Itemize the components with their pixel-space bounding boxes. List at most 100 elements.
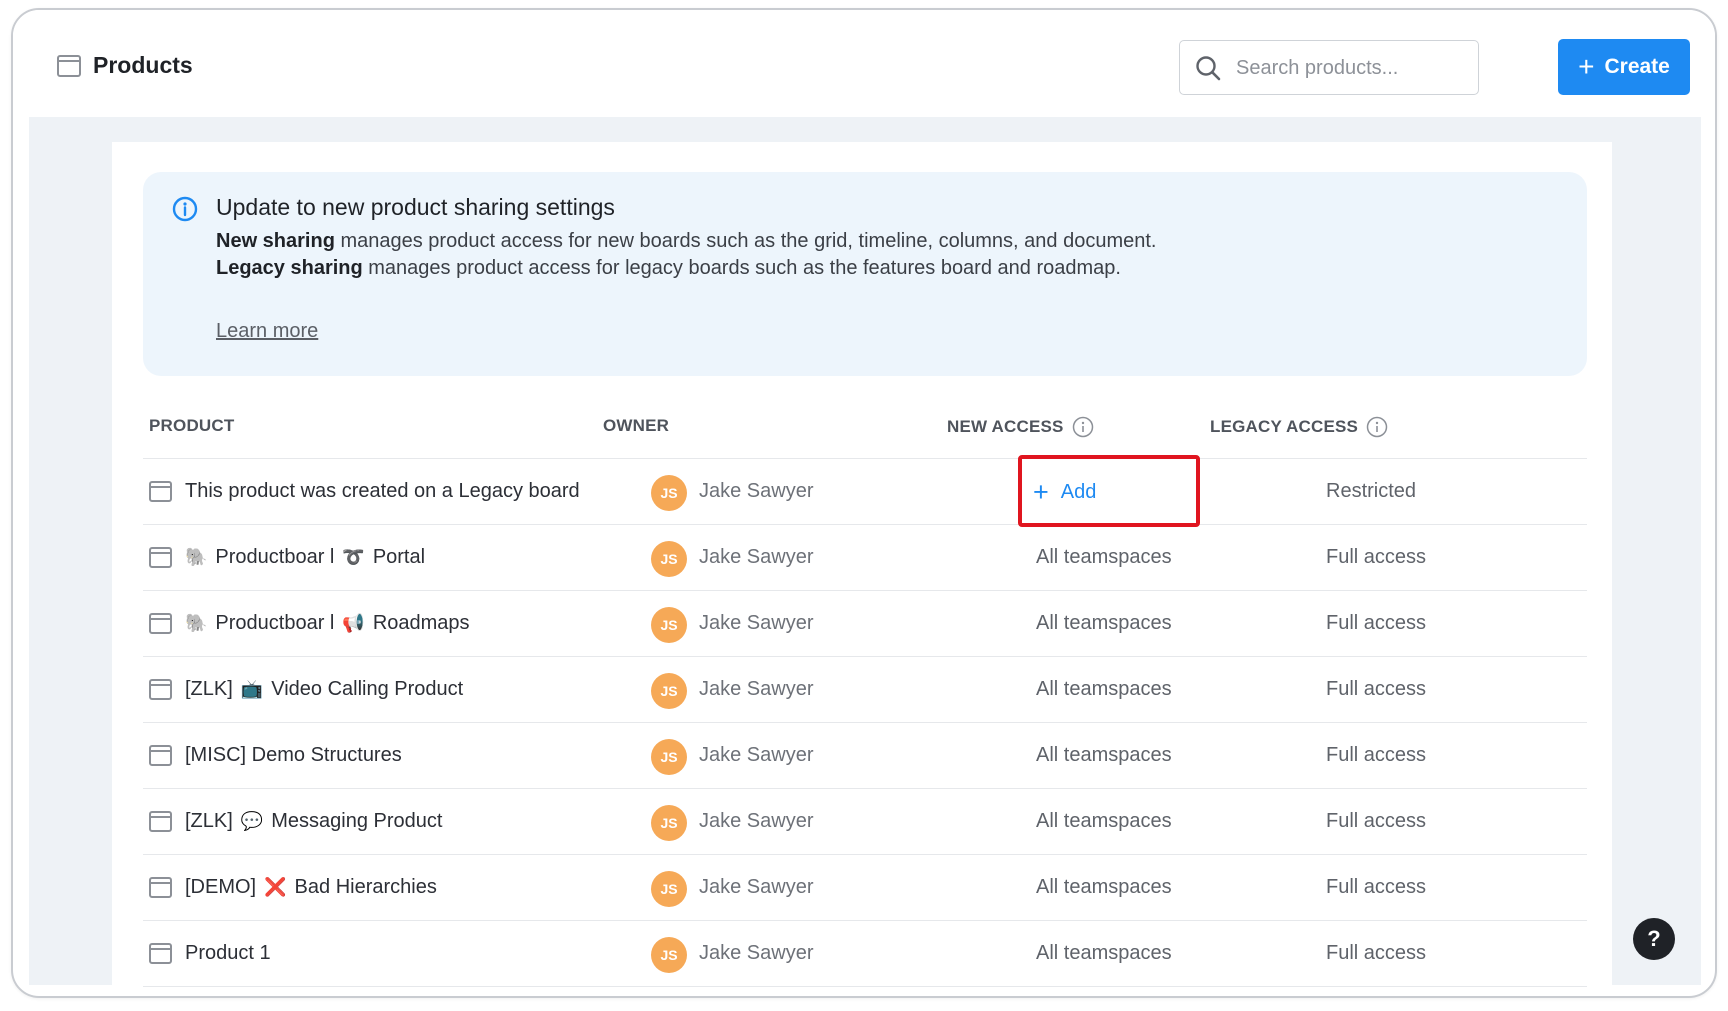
product-icon <box>149 943 172 964</box>
owner-name: Jake Sawyer <box>699 546 814 568</box>
product-icon <box>149 679 172 700</box>
legacy-sharing-bold: Legacy sharing <box>216 257 363 279</box>
owner-name: Jake Sawyer <box>699 612 814 634</box>
product-name[interactable]: [MISC] Demo Structures <box>185 744 402 767</box>
avatar: JS <box>651 475 687 511</box>
create-label: Create <box>1604 55 1670 78</box>
legacy-access-value[interactable]: Restricted <box>1326 480 1416 503</box>
new-access-value[interactable]: All teamspaces <box>1036 744 1172 767</box>
table-row[interactable]: 🐘 Productboar l ➰ Portal JS Jake Sawyer … <box>143 525 1587 591</box>
add-access-button[interactable]: + Add <box>1033 479 1096 506</box>
product-name-text: Product 1 <box>185 942 271 964</box>
column-label-new-access: NEW ACCESS <box>947 417 1064 436</box>
product-name-text: This product was created on a Legacy boa… <box>185 480 580 502</box>
product-name-text: Bad Hierarchies <box>294 876 437 898</box>
legacy-access-value[interactable]: Full access <box>1326 678 1426 701</box>
table-row[interactable]: 🐘 Productboar l 📢 Roadmaps JS Jake Sawye… <box>143 591 1587 657</box>
new-access-value[interactable]: All teamspaces <box>1036 612 1172 635</box>
product-name-text: [MISC] Demo Structures <box>185 744 402 766</box>
legacy-access-value[interactable]: Full access <box>1326 744 1426 767</box>
legacy-access-value[interactable]: Full access <box>1326 942 1426 965</box>
product-name-suffix: Roadmaps <box>372 612 470 634</box>
avatar: JS <box>651 871 687 907</box>
new-access-value[interactable]: All teamspaces <box>1036 678 1172 701</box>
new-sharing-desc: manages product access for new boards su… <box>334 230 1157 252</box>
elephant-icon: 🐘 <box>185 547 208 568</box>
search-box[interactable] <box>1179 40 1479 95</box>
column-label-owner: OWNER <box>603 416 670 435</box>
column-header-owner[interactable]: OWNER <box>603 416 669 436</box>
table-row[interactable]: [ZLK] 📺 Video Calling Product JS Jake Sa… <box>143 657 1587 723</box>
new-access-info-icon[interactable] <box>1072 416 1094 438</box>
product-icon <box>149 745 172 766</box>
products-card: Update to new product sharing settings N… <box>112 142 1612 996</box>
cross-mark-icon: ❌ <box>264 877 287 898</box>
product-icon <box>149 613 172 634</box>
table-row[interactable]: This product was created on a Legacy boa… <box>143 455 1587 527</box>
product-icon <box>149 481 172 502</box>
table-row[interactable]: Product 1 JS Jake Sawyer All teamspaces … <box>143 921 1587 987</box>
product-name[interactable]: [DEMO] ❌ Bad Hierarchies <box>185 876 437 899</box>
add-label: Add <box>1060 481 1097 503</box>
product-name[interactable]: This product was created on a Legacy boa… <box>185 480 580 503</box>
product-name-text: Messaging Product <box>271 810 443 832</box>
product-name-text: Productboar l <box>215 546 335 568</box>
new-access-value[interactable]: All teamspaces <box>1036 546 1172 569</box>
product-name-suffix: Portal <box>372 546 426 568</box>
learn-more-link[interactable]: Learn more <box>216 320 318 343</box>
product-prefix: [ZLK] <box>185 678 233 700</box>
search-input[interactable] <box>1236 53 1466 83</box>
legacy-sharing-desc: manages product access for legacy boards… <box>362 257 1121 279</box>
column-header-new-access[interactable]: NEW ACCESS <box>947 416 1094 438</box>
product-name-text: Productboar l <box>215 612 335 634</box>
product-name[interactable]: 🐘 Productboar l 📢 Roadmaps <box>185 612 470 635</box>
column-header-product[interactable]: PRODUCT <box>149 416 234 436</box>
product-name[interactable]: [ZLK] 💬 Messaging Product <box>185 810 442 833</box>
legacy-access-value[interactable]: Full access <box>1326 546 1426 569</box>
sharing-info-banner: Update to new product sharing settings N… <box>143 172 1587 376</box>
avatar: JS <box>651 607 687 643</box>
owner-name: Jake Sawyer <box>699 876 814 898</box>
table-header: PRODUCT OWNER NEW ACCESS LEGACY ACCESS <box>143 392 1587 459</box>
legacy-access-value[interactable]: Full access <box>1326 876 1426 899</box>
table-row[interactable]: [ZLK] 💬 Messaging Product JS Jake Sawyer… <box>143 789 1587 855</box>
product-name[interactable]: 🐘 Productboar l ➰ Portal <box>185 546 425 569</box>
product-prefix: [ZLK] <box>185 810 233 832</box>
owner-name: Jake Sawyer <box>699 744 814 766</box>
elephant-icon: 🐘 <box>185 613 208 634</box>
search-icon <box>1196 56 1221 81</box>
legacy-access-value[interactable]: Full access <box>1326 612 1426 635</box>
content-area: Update to new product sharing settings N… <box>29 117 1701 996</box>
product-icon <box>149 811 172 832</box>
loop-icon: ➰ <box>342 547 365 568</box>
avatar: JS <box>651 673 687 709</box>
product-name[interactable]: Product 1 <box>185 942 271 965</box>
avatar: JS <box>651 937 687 973</box>
product-name-text: Video Calling Product <box>271 678 464 700</box>
product-prefix: [DEMO] <box>185 876 257 898</box>
legacy-access-value[interactable]: Full access <box>1326 810 1426 833</box>
help-button[interactable]: ? <box>1633 918 1675 960</box>
new-access-value[interactable]: All teamspaces <box>1036 942 1172 965</box>
avatar: JS <box>651 739 687 775</box>
banner-new-sharing-text: New sharing manages product access for n… <box>216 230 1156 253</box>
table-row[interactable]: [MISC] Demo Structures JS Jake Sawyer Al… <box>143 723 1587 789</box>
create-button[interactable]: + Create <box>1558 39 1690 95</box>
owner-name: Jake Sawyer <box>699 810 814 832</box>
legacy-access-info-icon[interactable] <box>1366 416 1388 438</box>
megaphone-icon: 📢 <box>342 613 365 634</box>
plus-icon: + <box>1578 51 1595 82</box>
column-header-legacy-access[interactable]: LEGACY ACCESS <box>1210 416 1388 438</box>
tv-icon: 📺 <box>240 679 264 700</box>
new-access-value[interactable]: All teamspaces <box>1036 876 1172 899</box>
owner-name: Jake Sawyer <box>699 942 814 964</box>
table-row[interactable]: [DEMO] ❌ Bad Hierarchies JS Jake Sawyer … <box>143 855 1587 921</box>
speech-bubble-icon: 💬 <box>240 811 264 832</box>
top-bar: Products + Create <box>13 10 1715 117</box>
product-name[interactable]: [ZLK] 📺 Video Calling Product <box>185 678 463 701</box>
new-access-value[interactable]: All teamspaces <box>1036 810 1172 833</box>
column-label-legacy-access: LEGACY ACCESS <box>1210 417 1359 436</box>
new-sharing-bold: New sharing <box>216 230 335 252</box>
column-label-product: PRODUCT <box>149 416 235 435</box>
banner-title: Update to new product sharing settings <box>216 194 615 220</box>
